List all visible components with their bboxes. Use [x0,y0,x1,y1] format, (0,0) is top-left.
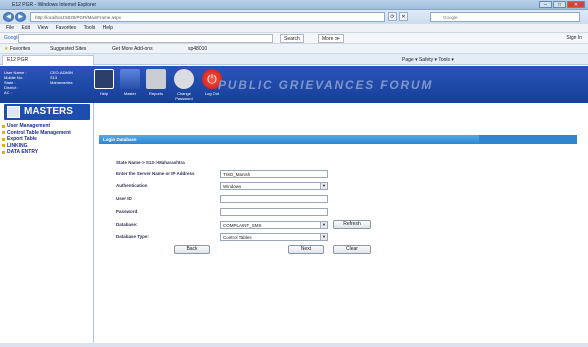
app-brand-title: PUBLIC GRIEVANCES FORUM [218,78,434,92]
refresh-button[interactable]: Refresh [333,220,371,229]
authentication-select[interactable]: Windows ▼ [220,182,328,190]
refresh-icon[interactable]: ⟳ [388,12,397,21]
userid-label: User ID [116,196,132,201]
help-button[interactable]: Help [92,69,116,96]
password-label: Password [116,209,138,214]
printer-icon [146,69,166,89]
state-value: Maharashtra [50,80,73,85]
userid-input[interactable] [220,195,328,203]
back-arrow-icon[interactable]: ◀ [3,12,14,22]
server-label: Enter the Server Name or IP Address [116,171,195,176]
masters-icon [7,106,20,118]
tab-bar: E12 PGR Page ▾ Safety ▾ Tools ▾ [0,54,588,65]
minimize-button[interactable]: – [539,1,552,8]
database-type-label: Database Type: [116,234,149,239]
menu-help[interactable]: Help [103,24,113,33]
sidebar: MASTERS User Management Control Table Ma… [0,103,92,343]
window-title: E12 PGR - Windows Internet Explorer [12,2,97,8]
google-search-button[interactable]: Search [280,34,304,43]
state-name-text: State Name-> S13->Maharashtra [116,160,185,165]
chevron-down-icon: ▼ [320,234,327,240]
tab-e12-pgr[interactable]: E12 PGR [2,55,94,65]
form-header: Login Database [99,135,479,144]
master-icon [120,69,140,89]
chevron-down-icon: ▼ [320,183,327,189]
chevron-down-icon: ▼ [320,222,327,228]
key-icon [174,69,194,89]
bullet-icon [2,137,5,141]
forward-arrow-icon[interactable]: ▶ [15,12,26,22]
favorites-bar: ★ Favorites Suggested Sites Get More Add… [0,44,588,54]
maximize-button[interactable]: □ [553,1,566,8]
bullet-icon [2,150,5,154]
sidebar-menu: User Management Control Table Management… [2,123,71,156]
bullet-icon [2,124,5,128]
clear-button[interactable]: Clear [333,245,371,254]
close-button[interactable]: ✕ [567,1,585,8]
authentication-label: Authentication [116,183,148,188]
server-input[interactable]: TISD_Manish [220,170,328,178]
window-controls: – □ ✕ [539,1,585,8]
password-input[interactable] [220,208,328,216]
google-search-input[interactable] [18,34,273,43]
app-header: User Name : CEO-ADMIN Mobile No: S13 State… [0,66,588,103]
master-button[interactable]: Master [118,69,142,96]
google-signin[interactable]: Sign In [566,35,582,41]
google-toolbar: Google Search More ≫ Sign In [0,33,588,44]
status-bar [0,343,588,347]
url-actions: ⟳ ✕ [388,12,408,21]
google-more-button[interactable]: More ≫ [318,34,345,43]
database-type-select[interactable]: Control Tables ▼ [220,233,328,241]
command-bar[interactable]: Page ▾ Safety ▾ Tools ▾ [402,56,454,64]
menu-view[interactable]: View [37,24,48,33]
window-titlebar: E12 PGR - Windows Internet Explorer – □ … [0,0,588,10]
menu-edit[interactable]: Edit [21,24,30,33]
stop-icon[interactable]: ✕ [399,12,408,21]
browser-search-input[interactable]: Google [430,12,580,22]
next-button[interactable]: Next [288,245,324,254]
menu-tools[interactable]: Tools [84,24,96,33]
favorites-button[interactable]: ★ Favorites [4,44,30,54]
form-header-bar [479,135,577,144]
main-content: Login Database State Name-> S13->Maharas… [93,103,583,343]
menu-bar: File Edit View Favorites Tools Help [0,24,588,33]
addons-link[interactable]: Get More Add-ons [112,44,153,54]
star-icon: ★ [4,46,9,52]
help-icon [94,69,114,89]
bullet-icon [2,131,5,135]
bullet-icon [2,144,5,148]
ac-label: AC : [4,90,12,95]
back-button[interactable]: Back [174,245,210,254]
address-bar: ◀ ▶ http://localhost:5020/PGR/MainFrame.… [0,10,588,24]
suggested-sites-link[interactable]: Suggested Sites [50,44,86,54]
change-password-button[interactable]: Change Password [172,69,196,101]
menu-file[interactable]: File [6,24,14,33]
database-select[interactable]: COMPLAINT_SMS ▼ [220,221,328,229]
user-info: User Name : CEO-ADMIN Mobile No: S13 State… [4,70,73,95]
database-label: Database: [116,222,138,227]
reports-button[interactable]: Reports [144,69,168,96]
url-field[interactable]: http://localhost:5020/PGR/MainFrame.aspx [30,12,385,22]
sidebar-item-data-entry[interactable]: DATA ENTRY [2,149,71,156]
favorite-item-link[interactable]: sp48010 [188,44,207,54]
masters-header: MASTERS [4,104,90,120]
menu-favorites[interactable]: Favorites [56,24,77,33]
